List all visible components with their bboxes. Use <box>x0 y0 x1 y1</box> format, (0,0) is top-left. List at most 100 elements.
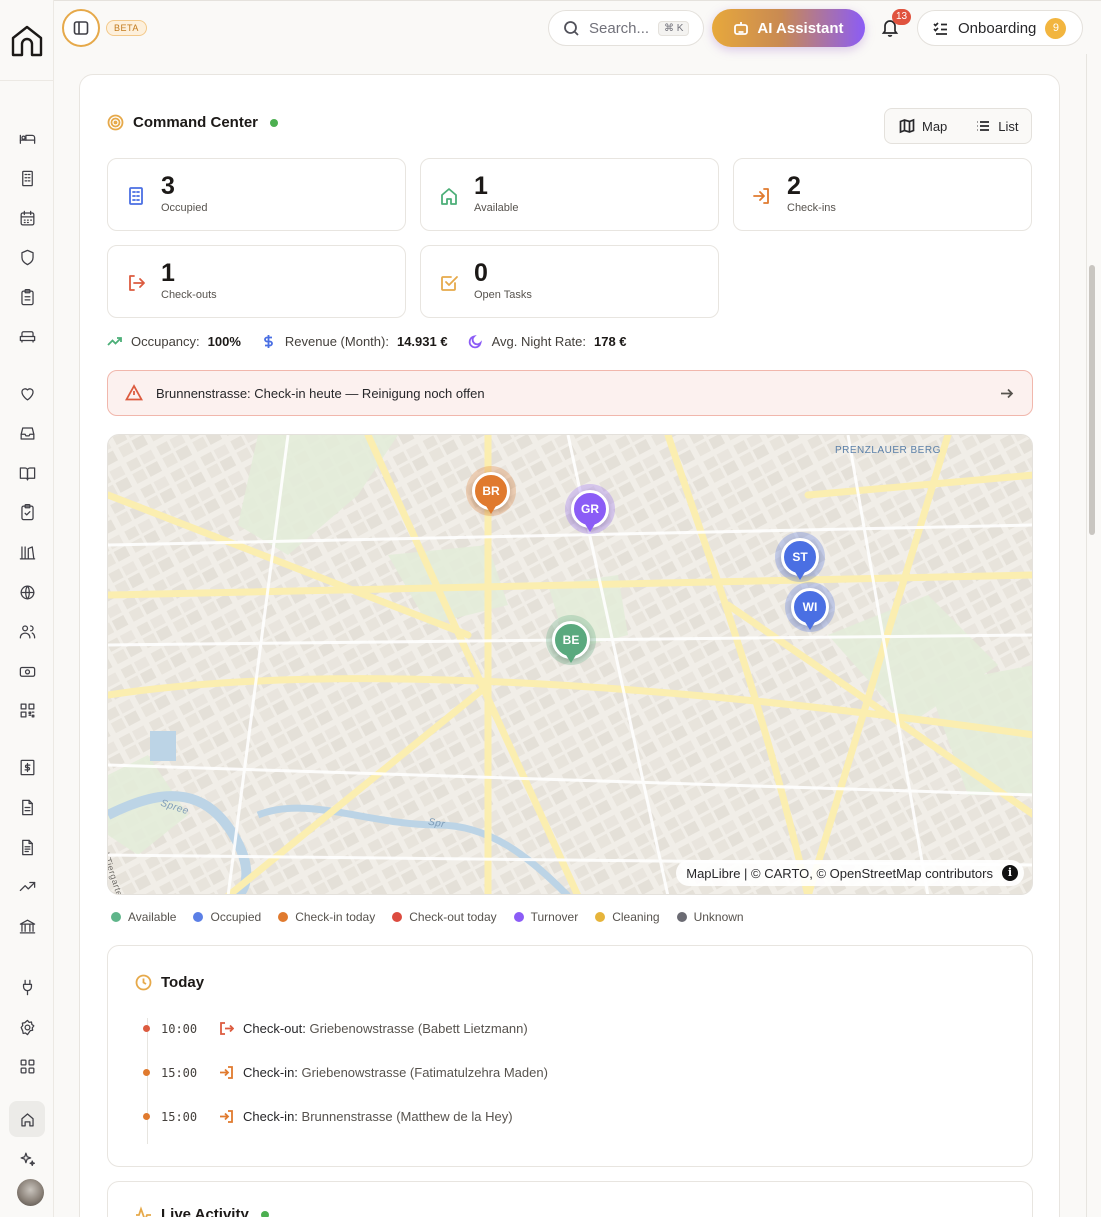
district-label: PRENZLAUER BERG <box>835 445 941 456</box>
logo-icon[interactable] <box>8 22 46 60</box>
home-icon[interactable] <box>9 1101 45 1137</box>
stat-card-open-tasks[interactable]: 0 Open Tasks <box>420 245 719 318</box>
attribution-text: MapLibre | © CARTO, © OpenStreetMap cont… <box>686 865 993 881</box>
property-map[interactable]: PRENZLAUER BERG Spree Spr Tunnel Tiergar… <box>107 434 1033 895</box>
sparkles-icon[interactable] <box>15 1147 39 1171</box>
library-icon[interactable] <box>15 540 39 564</box>
trending-up-icon <box>107 337 122 346</box>
occupancy-value: 100% <box>207 334 241 349</box>
event-time: 15:00 <box>161 1109 198 1124</box>
home-icon <box>441 188 457 205</box>
live-status-dot <box>260 1210 269 1217</box>
list-checks-icon <box>933 21 947 35</box>
buildings-icon[interactable] <box>15 166 39 190</box>
clock-icon <box>135 974 152 991</box>
alert-banner[interactable]: Brunnenstrasse: Check-in heute — Reinigu… <box>107 370 1033 416</box>
stat-value: 3 <box>161 172 175 200</box>
panel-left-icon <box>73 21 89 35</box>
event-description: Check-in: Griebenowstrasse (Fatimatulzeh… <box>243 1065 548 1080</box>
clipboard-check-icon[interactable] <box>15 500 39 524</box>
stat-label: Available <box>474 202 519 214</box>
live-activity-title: Live Activity <box>161 1206 249 1217</box>
logout-icon <box>220 1022 234 1035</box>
list-icon <box>977 121 990 131</box>
globe-icon[interactable] <box>15 580 39 604</box>
qr-code-icon[interactable] <box>15 698 39 722</box>
map-legend: Available Occupied Check-in today Check-… <box>111 910 761 924</box>
event-dot <box>143 1069 150 1076</box>
shield-icon[interactable] <box>15 245 39 269</box>
live-status-dot <box>270 118 279 127</box>
map-pin-st[interactable]: ST <box>779 536 821 586</box>
command-center-header: Command Center <box>107 114 279 131</box>
bed-icon[interactable] <box>15 126 39 150</box>
book-open-icon[interactable] <box>15 461 39 485</box>
page-title: Command Center <box>133 114 259 131</box>
timeline-event[interactable]: 15:00 Check-in: Brunnenstrasse (Matthew … <box>143 1109 513 1124</box>
grid-icon[interactable] <box>15 1054 39 1078</box>
file-text-icon[interactable] <box>15 795 39 819</box>
map-pin-gr[interactable]: GR <box>569 488 611 538</box>
scrollbar-thumb[interactable] <box>1089 265 1095 535</box>
legend-item: Cleaning <box>595 910 660 924</box>
map-view-button[interactable]: Map <box>885 109 961 143</box>
building-icon <box>129 187 143 205</box>
login-icon <box>220 1110 233 1123</box>
stat-value: 0 <box>474 259 488 287</box>
ai-assistant-label: AI Assistant <box>757 19 844 37</box>
sidebar <box>0 0 54 1217</box>
ai-assistant-button[interactable]: AI Assistant <box>712 9 865 47</box>
onboarding-label: Onboarding <box>958 19 1037 37</box>
radar-icon <box>107 114 124 131</box>
calendar-icon[interactable] <box>15 206 39 230</box>
stat-card-check-outs[interactable]: 1 Check-outs <box>107 245 406 318</box>
activity-icon <box>136 1206 151 1217</box>
login-icon <box>220 1066 233 1079</box>
list-view-button[interactable]: List <box>961 109 1032 143</box>
timeline-event[interactable]: 10:00 Check-out: Griebenowstrasse (Babet… <box>143 1021 528 1036</box>
onboarding-count-badge: 9 <box>1045 17 1067 39</box>
settings-icon[interactable] <box>15 1015 39 1039</box>
dollar-icon <box>264 335 273 348</box>
search-input[interactable]: Search... ⌘ K <box>548 10 704 46</box>
sofa-icon[interactable] <box>15 324 39 348</box>
banknote-icon[interactable] <box>15 659 39 683</box>
stat-label: Open Tasks <box>474 289 532 301</box>
timeline-event[interactable]: 15:00 Check-in: Griebenowstrasse (Fatima… <box>143 1065 548 1080</box>
info-icon[interactable]: i <box>1002 865 1018 881</box>
view-toggle: Map List <box>884 108 1032 144</box>
bank-icon[interactable] <box>15 914 39 938</box>
map-view-label: Map <box>922 118 948 134</box>
inbox-icon[interactable] <box>15 421 39 445</box>
clipboard-list-icon[interactable] <box>15 285 39 309</box>
avatar[interactable] <box>17 1179 44 1206</box>
event-description: Check-out: Griebenowstrasse (Babett Liet… <box>243 1021 528 1036</box>
users-icon[interactable] <box>15 619 39 643</box>
alert-text: Brunnenstrasse: Check-in heute — Reinigu… <box>156 385 485 401</box>
map-pin-be[interactable]: BE <box>550 619 592 669</box>
search-shortcut: ⌘ K <box>658 20 690 36</box>
file-lines-icon[interactable] <box>15 835 39 859</box>
sidebar-toggle-button[interactable] <box>62 9 100 47</box>
notification-count-badge: 13 <box>892 9 912 25</box>
stat-card-check-ins[interactable]: 2 Check-ins <box>733 158 1032 231</box>
map-pin-br[interactable]: BR <box>470 470 512 520</box>
kpi-row: Occupancy: 100% Revenue (Month): 14.931 … <box>107 334 627 349</box>
bot-icon <box>734 22 749 35</box>
scrollbar-track <box>1086 54 1087 1217</box>
live-activity-header: Live Activity <box>135 1206 269 1217</box>
plug-icon[interactable] <box>15 975 39 999</box>
heart-icon[interactable] <box>15 381 39 405</box>
onboarding-button[interactable]: Onboarding 9 <box>917 10 1083 46</box>
stat-card-available[interactable]: 1 Available <box>420 158 719 231</box>
warning-icon <box>125 384 143 401</box>
night-rate-label: Avg. Night Rate: <box>491 334 586 349</box>
map-icon <box>899 118 915 134</box>
search-placeholder: Search... <box>589 19 650 37</box>
invoice-icon[interactable] <box>15 755 39 779</box>
live-activity-card: Live Activity <box>107 1181 1033 1217</box>
stat-card-occupied[interactable]: 3 Occupied <box>107 158 406 231</box>
trending-up-icon[interactable] <box>15 874 39 898</box>
stat-value: 2 <box>787 172 801 200</box>
map-pin-wi[interactable]: WI <box>789 586 831 636</box>
